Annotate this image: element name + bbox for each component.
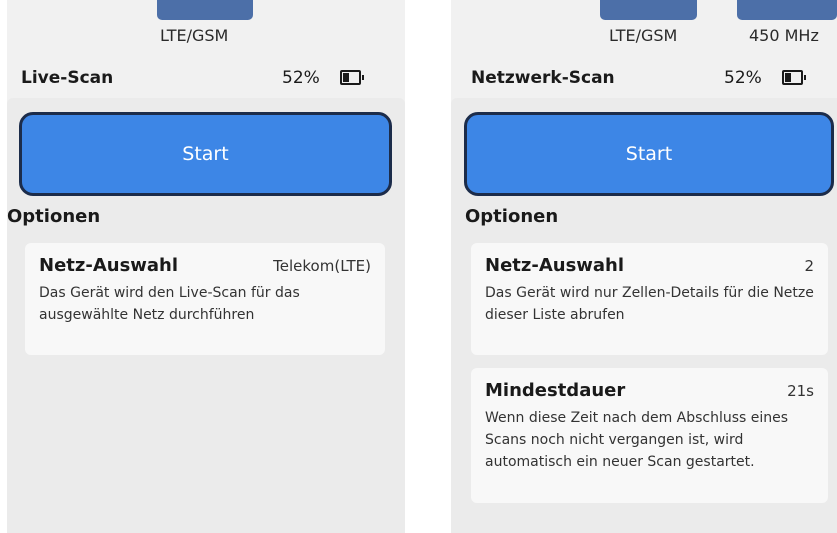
tab-label: LTE/GSM bbox=[609, 26, 678, 45]
page-title: Live-Scan bbox=[21, 68, 114, 88]
live-scan-screen: LTE/GSM Live-Scan 52% Start Optionen Net… bbox=[7, 0, 405, 533]
tab-lte-gsm[interactable] bbox=[157, 0, 253, 20]
content-area: Start Optionen Netz-Auswahl Telekom(LTE)… bbox=[7, 98, 405, 533]
option-description: Das Gerät wird den Live-Scan für das aus… bbox=[39, 285, 300, 323]
option-description: Wenn diese Zeit nach dem Abschluss eines… bbox=[485, 410, 789, 470]
tab-lte-gsm[interactable] bbox=[600, 0, 697, 20]
option-value: Telekom(LTE) bbox=[273, 257, 371, 275]
start-button[interactable]: Start bbox=[19, 112, 392, 196]
section-title: Optionen bbox=[7, 206, 101, 227]
option-description: Das Gerät wird nur Zellen-Details für di… bbox=[485, 285, 814, 323]
option-value: 2 bbox=[804, 257, 814, 275]
section-title: Optionen bbox=[465, 206, 559, 227]
option-netz-auswahl[interactable]: Netz-Auswahl Telekom(LTE) Das Gerät wird… bbox=[25, 243, 385, 355]
option-value: 21s bbox=[787, 382, 814, 400]
content-area: Start Optionen Netz-Auswahl 2 Das Gerät … bbox=[451, 98, 837, 533]
option-mindestdauer[interactable]: Mindestdauer 21s Wenn diese Zeit nach de… bbox=[471, 368, 828, 503]
netzwerk-scan-screen: LTE/GSM 450 MHz Netzwerk-Scan 52% Start … bbox=[451, 0, 837, 533]
option-title: Netz-Auswahl bbox=[39, 255, 179, 276]
page-title: Netzwerk-Scan bbox=[471, 68, 615, 88]
start-button[interactable]: Start bbox=[464, 112, 834, 196]
option-netz-auswahl[interactable]: Netz-Auswahl 2 Das Gerät wird nur Zellen… bbox=[471, 243, 828, 355]
option-title: Netz-Auswahl bbox=[485, 255, 625, 276]
tab-label: LTE/GSM bbox=[160, 26, 229, 45]
option-title: Mindestdauer bbox=[485, 380, 626, 401]
battery-icon bbox=[782, 70, 806, 85]
battery-percentage: 52% bbox=[282, 68, 320, 88]
tab-label: 450 MHz bbox=[749, 26, 819, 45]
battery-percentage: 52% bbox=[724, 68, 762, 88]
tab-450-mhz[interactable] bbox=[737, 0, 837, 20]
battery-icon bbox=[340, 70, 364, 85]
